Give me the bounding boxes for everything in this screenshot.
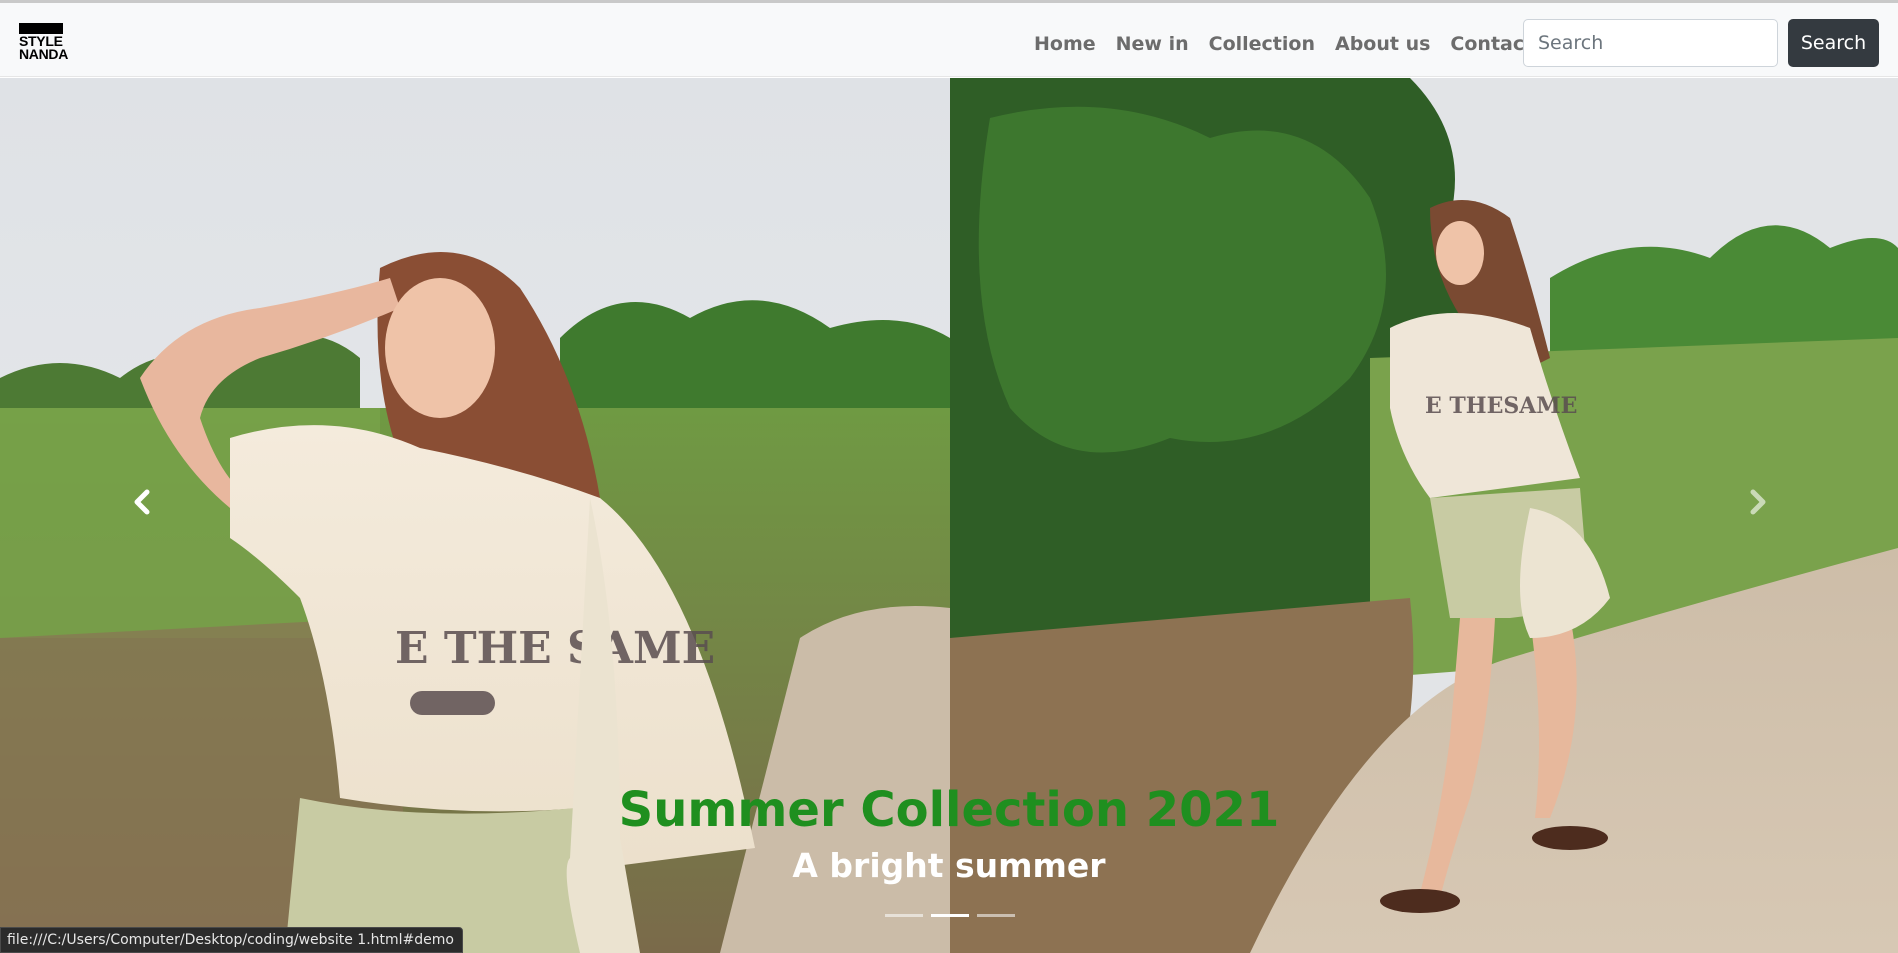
search-button[interactable]: Search <box>1788 19 1879 67</box>
chevron-left-icon <box>134 489 150 515</box>
svg-text:E THE SAME: E THE SAME <box>395 623 715 674</box>
carousel-indicator[interactable] <box>977 914 1015 917</box>
carousel-indicators <box>885 914 1015 917</box>
nav-link-about-us[interactable]: About us <box>1325 29 1440 59</box>
brand-logo-line2: NANDA <box>19 46 69 62</box>
nav-links: Home New in Collection About us Contact … <box>1024 29 1575 59</box>
svg-text:E THESAME: E THESAME <box>1425 393 1577 419</box>
browser-status-bar: file:///C:/Users/Computer/Desktop/coding… <box>0 927 463 953</box>
search-input[interactable] <box>1523 19 1778 67</box>
carousel-indicator-active[interactable] <box>931 914 969 917</box>
nav-link-home[interactable]: Home <box>1024 29 1106 59</box>
carousel-caption-title: Summer Collection 2021 <box>618 782 1280 838</box>
navbar: STYLE NANDA Home New in Collection About… <box>0 3 1898 77</box>
chevron-right-icon <box>1750 489 1766 515</box>
nav-link-new-in[interactable]: New in <box>1106 29 1199 59</box>
carousel-next-button[interactable] <box>1737 482 1777 522</box>
carousel-prev-button[interactable] <box>123 482 163 522</box>
brand-logo[interactable]: STYLE NANDA <box>19 23 85 65</box>
carousel-indicator[interactable] <box>885 914 923 917</box>
nav-link-collection[interactable]: Collection <box>1199 29 1325 59</box>
carousel-caption-subtitle: A bright summer <box>792 846 1106 885</box>
hero-carousel: E THE SAME E THESAME Summer Collection 2… <box>0 78 1898 953</box>
